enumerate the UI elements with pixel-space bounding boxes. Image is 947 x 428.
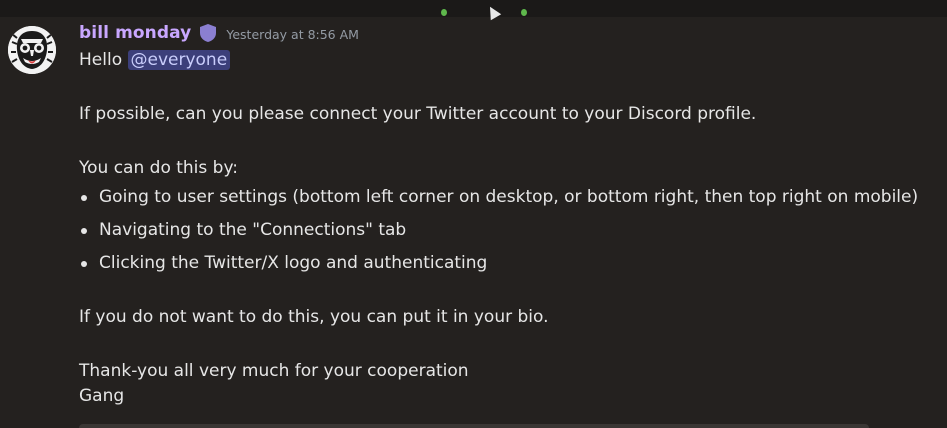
step-text: Navigating to the "Connections" tab [99,220,407,240]
request-paragraph: If possible, can you please connect your… [79,104,757,124]
list-item: Clicking the Twitter/X logo and authenti… [79,251,944,276]
message-content: Hello @everyone If possible, can you ple… [79,48,944,409]
message-timestamp[interactable]: Yesterday at 8:56 AM [226,27,359,42]
previous-message-strip [0,0,947,21]
greeting-text: Hello [79,50,123,70]
discord-message-view: bill monday Yesterday at 8:56 AM Hello @… [0,0,947,428]
bullet-icon [81,195,87,201]
emoji-fragment-icon [441,9,447,16]
steps-intro: You can do this by: [79,158,239,178]
signoff-line: Gang [79,386,125,406]
next-message-edge [79,424,869,428]
step-text: Going to user settings (bottom left corn… [99,187,919,207]
alternative-paragraph: If you do not want to do this, you can p… [79,307,549,327]
username[interactable]: bill monday [79,23,191,43]
everyone-mention[interactable]: @everyone [127,50,231,70]
greeting-line: Hello @everyone [79,48,944,73]
message-header: bill monday Yesterday at 8:56 AM [79,20,359,46]
list-item: Navigating to the "Connections" tab [79,218,944,243]
step-text: Clicking the Twitter/X logo and authenti… [99,253,488,273]
emoji-fragment-icon [521,9,527,16]
shield-badge-icon[interactable] [199,23,217,43]
closing-line: Thank-you all very much for your coopera… [79,361,469,381]
list-item: Going to user settings (bottom left corn… [79,185,944,210]
steps-list: Going to user settings (bottom left corn… [79,185,944,276]
mouse-cursor-icon [484,3,502,21]
bullet-icon [81,228,87,234]
avatar[interactable] [8,26,56,74]
bullet-icon [81,261,87,267]
tribal-mask-avatar-icon [8,26,56,74]
